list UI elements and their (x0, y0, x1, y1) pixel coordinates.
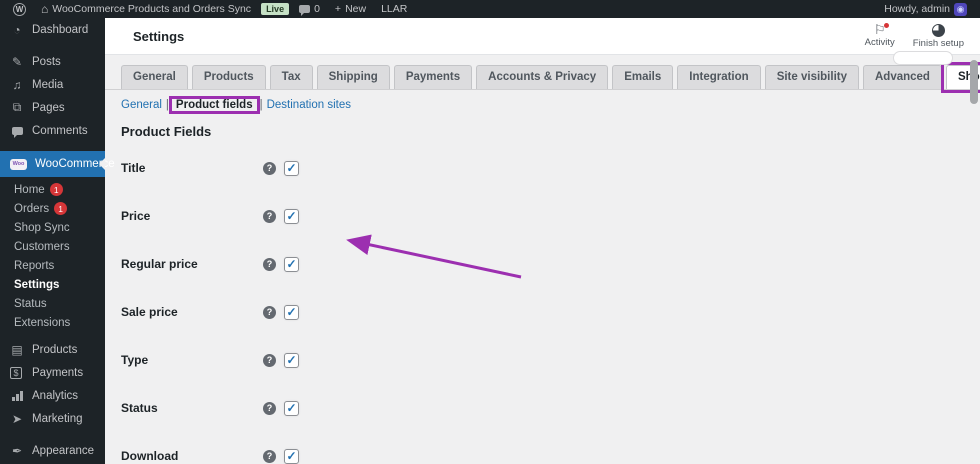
tab-products[interactable]: Products (191, 65, 266, 89)
help-icon[interactable]: ? (263, 401, 276, 415)
admin-bar: W ⌂ WooCommerce Products and Orders Sync… (0, 0, 980, 18)
checkbox-sale-price[interactable]: ✓ (284, 304, 299, 320)
page-title: Settings (133, 28, 185, 44)
sidebar-separator (0, 142, 105, 151)
tab-advanced[interactable]: Advanced (863, 65, 942, 89)
tab-emails[interactable]: Emails (612, 65, 674, 89)
notification-badge: 1 (54, 202, 68, 215)
tab-shipping[interactable]: Shipping (316, 65, 390, 89)
site-name: WooCommerce Products and Orders Sync (52, 3, 252, 15)
panel-edge (893, 51, 953, 65)
tab-payments[interactable]: Payments (393, 65, 473, 89)
checkbox-status[interactable]: ✓ (284, 400, 299, 416)
dollar-icon: $ (10, 366, 24, 379)
sidebar-item-pages[interactable]: ⧉ Pages (0, 96, 105, 119)
pin-icon: ✎ (11, 54, 23, 69)
field-row-regular-price: Regular price ? ✓ (105, 240, 980, 288)
live-badge: Live (261, 3, 290, 15)
media-icon: ♫ (12, 77, 22, 92)
dashboard-icon: ◔ (13, 22, 21, 37)
woocommerce-icon: Woo (10, 158, 27, 170)
submenu-item-reports[interactable]: Reports (0, 256, 105, 275)
help-icon[interactable]: ? (263, 305, 276, 319)
product-fields-list: Title ? ✓ Price ? ✓ Regular price ? ✓ Sa… (105, 144, 980, 464)
comments-icon (10, 124, 24, 138)
llar-menu[interactable]: LLAR (376, 3, 412, 15)
sidebar-item-dashboard[interactable]: ◔ Dashboard (0, 18, 105, 41)
field-row-sale-price: Sale price ? ✓ (105, 288, 980, 336)
field-row-title: Title ? ✓ (105, 144, 980, 192)
notification-badge: 1 (49, 183, 63, 196)
sidebar-item-appearance[interactable]: ✒ Appearance (0, 439, 105, 462)
woocommerce-header: Settings ⚐ Activity Finish setup (105, 18, 980, 55)
sidebar-item-marketing[interactable]: ➤ Marketing (0, 407, 105, 430)
progress-circle-icon (931, 23, 945, 37)
sidebar-item-products[interactable]: ▤ Products (0, 338, 105, 361)
help-icon[interactable]: ? (263, 353, 276, 367)
submenu-item-status[interactable]: Status (0, 294, 105, 313)
admin-sidebar: ◔ Dashboard ✎ Posts ♫ Media ⧉ Pages Comm… (0, 18, 115, 464)
tab-integration[interactable]: Integration (677, 65, 761, 89)
tab-tax[interactable]: Tax (269, 65, 313, 89)
checkbox-download[interactable]: ✓ (284, 448, 299, 464)
checkbox-regular-price[interactable]: ✓ (284, 256, 299, 272)
submenu-item-orders[interactable]: Orders 1 (0, 199, 105, 218)
tab-general[interactable]: General (121, 65, 188, 89)
sidebar-item-payments[interactable]: $ Payments (0, 361, 105, 384)
plus-icon: + (334, 3, 342, 15)
sidebar-separator (0, 41, 105, 50)
comments-count: 0 (314, 3, 320, 15)
woocommerce-submenu: Home 1 Orders 1 Shop Sync Customers Repo… (0, 177, 105, 338)
new-content-menu[interactable]: + New (330, 3, 371, 15)
sidebar-item-woocommerce[interactable]: Woo WooCommerce (0, 151, 115, 177)
checkbox-title[interactable]: ✓ (284, 160, 299, 176)
subnav-current-product-fields[interactable]: Product fields (168, 96, 260, 114)
subnav-link-destination-sites[interactable]: Destination sites (267, 99, 351, 111)
submenu-item-shop-sync[interactable]: Shop Sync (0, 218, 105, 237)
submenu-item-settings[interactable]: Settings (0, 275, 105, 294)
finish-setup-button[interactable]: Finish setup (913, 23, 964, 49)
checkbox-type[interactable]: ✓ (284, 352, 299, 368)
tab-accounts-privacy[interactable]: Accounts & Privacy (476, 65, 609, 89)
help-icon[interactable]: ? (263, 209, 276, 223)
checkbox-price[interactable]: ✓ (284, 208, 299, 224)
submenu-item-customers[interactable]: Customers (0, 237, 105, 256)
avatar: ◉ (954, 2, 967, 16)
tab-site-visibility[interactable]: Site visibility (764, 65, 859, 89)
bar-chart-icon (10, 390, 24, 401)
field-row-price: Price ? ✓ (105, 192, 980, 240)
home-icon: ⌂ (41, 2, 49, 16)
field-row-download: Download ? ✓ (105, 432, 980, 464)
sidebar-item-comments[interactable]: Comments (0, 119, 105, 142)
sidebar-item-posts[interactable]: ✎ Posts (0, 50, 105, 73)
scrollbar-thumb[interactable] (970, 60, 978, 104)
howdy-account-menu[interactable]: Howdy, admin ◉ (879, 2, 972, 16)
help-icon[interactable]: ? (263, 161, 276, 175)
submenu-item-home[interactable]: Home 1 (0, 180, 105, 199)
section-title: Product Fields (121, 124, 212, 139)
comments-admin-item[interactable]: 0 (294, 3, 325, 16)
help-icon[interactable]: ? (263, 449, 276, 463)
wordpress-admin-page: W ⌂ WooCommerce Products and Orders Sync… (0, 0, 980, 464)
sidebar-item-analytics[interactable]: Analytics (0, 384, 105, 407)
help-icon[interactable]: ? (263, 257, 276, 271)
subnav-link-general[interactable]: General (121, 99, 162, 111)
field-row-type: Type ? ✓ (105, 336, 980, 384)
pages-icon: ⧉ (12, 100, 22, 114)
field-row-status: Status ? ✓ (105, 384, 980, 432)
archive-box-icon: ▤ (11, 342, 23, 357)
shop-sync-subnav: General | Product fields | Destination s… (121, 96, 351, 114)
megaphone-icon: ➤ (11, 411, 23, 426)
site-menu[interactable]: ⌂ WooCommerce Products and Orders Sync (36, 3, 256, 15)
main-content: Settings ⚐ Activity Finish setup General… (105, 18, 980, 464)
submenu-item-extensions[interactable]: Extensions (0, 313, 105, 332)
wordpress-logo-icon[interactable]: W (8, 2, 31, 16)
brush-icon: ✒ (11, 443, 23, 458)
sidebar-item-media[interactable]: ♫ Media (0, 73, 105, 96)
comment-bubble-icon (299, 5, 311, 16)
flag-icon: ⚐ (873, 21, 889, 37)
settings-tab-bar: General Products Tax Shipping Payments A… (105, 55, 980, 93)
sidebar-separator (0, 430, 105, 439)
activity-button[interactable]: ⚐ Activity (865, 21, 895, 49)
